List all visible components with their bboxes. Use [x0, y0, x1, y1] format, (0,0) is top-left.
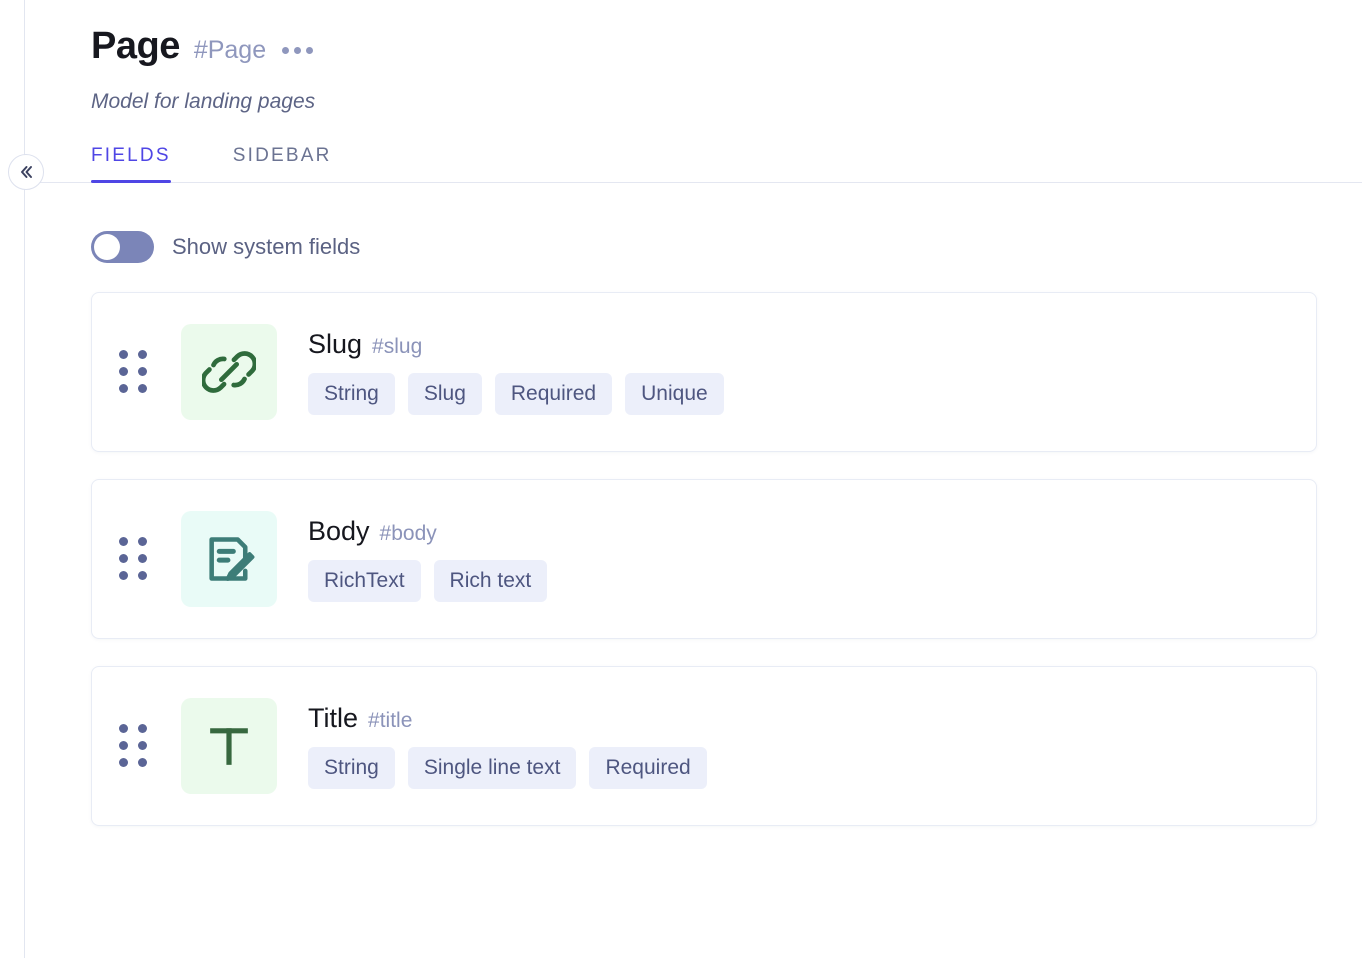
show-system-fields-row: Show system fields	[25, 183, 1362, 263]
dot	[138, 367, 147, 377]
dot	[138, 537, 147, 547]
dot	[119, 537, 128, 547]
field-api-key: #body	[379, 521, 437, 545]
field-card-slug[interactable]: Slug #slug String Slug Required Unique	[91, 291, 1317, 452]
dot	[138, 758, 147, 768]
dot	[138, 724, 147, 734]
field-chips: RichText Rich text	[308, 559, 548, 602]
chip: String	[308, 746, 395, 789]
dot	[138, 571, 147, 581]
dot	[138, 350, 147, 360]
drag-handle-dots-icon[interactable]	[118, 350, 148, 394]
text-t-icon	[181, 697, 277, 794]
field-name: Body	[308, 515, 370, 546]
field-chips: String Slug Required Unique	[308, 372, 724, 415]
tab-bar: FIELDS SIDEBAR	[25, 145, 1362, 183]
tab-fields[interactable]: FIELDS	[91, 145, 191, 183]
dot	[119, 571, 128, 581]
dot	[119, 350, 128, 360]
dot	[306, 47, 314, 54]
field-chips: String Single line text Required	[308, 746, 707, 789]
dot	[119, 367, 128, 377]
chip: Rich text	[433, 559, 548, 602]
page-header: Page #Page	[25, 0, 1362, 68]
drag-handle-dots-icon[interactable]	[118, 537, 148, 581]
field-info: Slug #slug String Slug Required Unique	[308, 329, 724, 415]
model-editor-screen: Page #Page Model for landing pages FIELD…	[0, 0, 1362, 958]
chip: Single line text	[407, 746, 577, 789]
field-name: Title	[308, 702, 359, 733]
show-system-fields-toggle[interactable]	[91, 230, 154, 263]
ellipsis-horizontal-icon[interactable]	[280, 41, 315, 60]
link-chain-icon	[181, 323, 277, 420]
drag-handle-dots-icon[interactable]	[118, 724, 148, 768]
sidebar-collapse-button[interactable]	[8, 154, 44, 190]
chip: String	[308, 372, 395, 415]
field-info: Body #body RichText Rich text	[308, 515, 548, 602]
field-name: Slug	[308, 328, 363, 359]
dot	[119, 758, 128, 768]
page-api-key: #Page	[193, 36, 267, 64]
chip: RichText	[308, 559, 421, 602]
toggle-knob	[94, 233, 120, 260]
show-system-fields-label: Show system fields	[172, 233, 361, 259]
dot	[294, 47, 302, 54]
dot	[119, 724, 128, 734]
dot	[119, 384, 128, 394]
dot	[119, 554, 128, 564]
chip: Required	[494, 372, 613, 415]
field-card-body[interactable]: Body #body RichText Rich text	[91, 478, 1317, 639]
main-content: Page #Page Model for landing pages FIELD…	[25, 0, 1362, 958]
chip: Slug	[407, 372, 482, 415]
tab-sidebar[interactable]: SIDEBAR	[213, 145, 352, 182]
dot	[282, 47, 290, 54]
field-api-key: #slug	[372, 334, 423, 358]
page-description: Model for landing pages	[91, 89, 316, 113]
page-title: Page	[91, 25, 180, 67]
chip: Unique	[625, 372, 724, 415]
dot	[138, 384, 147, 394]
field-api-key: #title	[368, 708, 413, 732]
dot	[119, 741, 128, 751]
document-pencil-icon	[181, 510, 277, 607]
dot	[138, 741, 147, 751]
chevron-double-left-icon	[16, 162, 36, 182]
field-info: Title #title String Single line text Req…	[308, 703, 707, 789]
chip: Required	[589, 746, 707, 789]
fields-list: Slug #slug String Slug Required Unique B…	[25, 263, 1362, 826]
field-card-title[interactable]: Title #title String Single line text Req…	[91, 665, 1317, 826]
dot	[138, 554, 147, 564]
